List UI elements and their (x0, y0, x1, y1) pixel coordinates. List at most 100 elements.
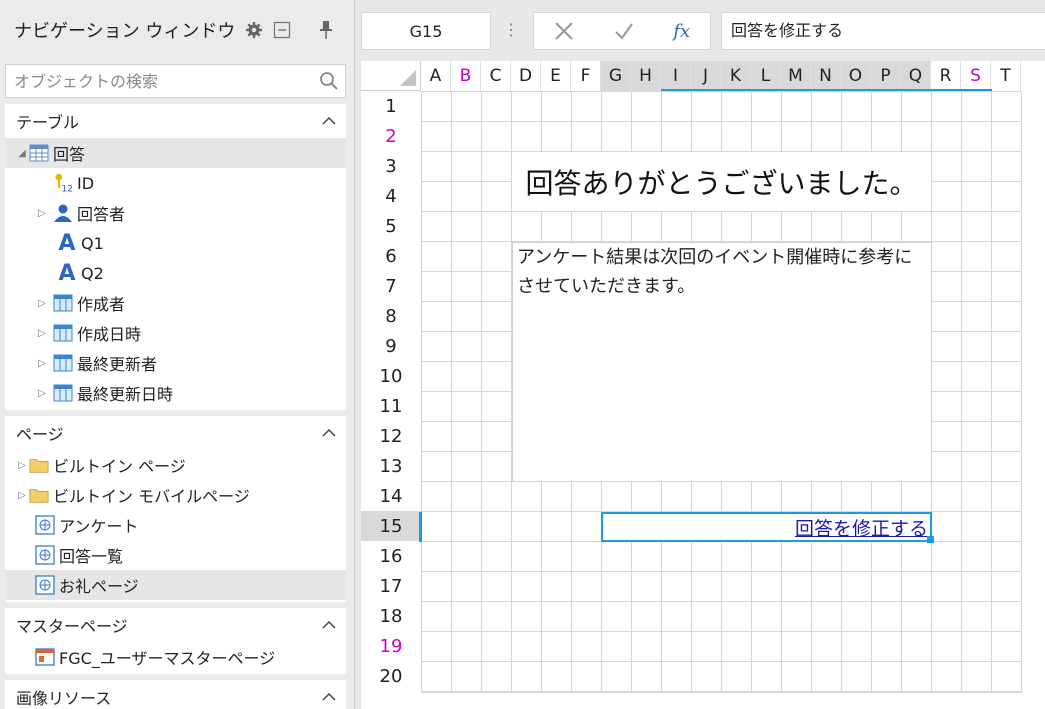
column-header[interactable]: S (961, 61, 991, 91)
tree-item-answers-table[interactable]: ◢ 回答 (5, 138, 346, 168)
tables-section-header[interactable]: テーブル (5, 104, 346, 138)
column-header[interactable]: L (751, 61, 781, 91)
column-header[interactable]: Q (901, 61, 931, 91)
confirm-icon[interactable] (614, 21, 634, 41)
column-header[interactable]: C (481, 61, 511, 91)
row-header[interactable]: 15 (361, 511, 421, 541)
expanded-triangle-icon[interactable]: ◢ (15, 148, 29, 159)
edit-answer-link[interactable]: 回答を修正する (795, 514, 928, 541)
tree-item-field-updated-at[interactable]: ▷ 最終更新日時 (5, 378, 346, 408)
pages-section-header[interactable]: ページ (5, 416, 346, 450)
column-header[interactable]: K (721, 61, 751, 91)
column-header[interactable]: E (541, 61, 571, 91)
images-section-header[interactable]: 画像リソース (5, 680, 346, 709)
nav-header-icons (245, 20, 335, 40)
column-header[interactable]: M (781, 61, 811, 91)
collapsed-triangle-icon[interactable]: ▷ (35, 358, 49, 369)
field-label: ID (77, 173, 95, 193)
row-header[interactable]: 18 (361, 601, 421, 631)
tree-item-page-thanks[interactable]: お礼ページ (5, 570, 346, 600)
row-header[interactable]: 19 (361, 631, 421, 661)
table-icon (53, 293, 73, 313)
tree-item-field-id[interactable]: 12 ID (5, 168, 346, 198)
nav-header: ナビゲーション ウィンドウ (0, 0, 354, 60)
chevron-up-icon[interactable] (322, 426, 336, 440)
pin-icon[interactable] (317, 20, 335, 40)
thanks-title-cell[interactable]: 回答ありがとうございました。 (512, 152, 931, 211)
tree-item-builtin-mobile-pages[interactable]: ▷ ビルトイン モバイルページ (5, 480, 346, 510)
row-header[interactable]: 7 (361, 271, 421, 301)
chevron-up-icon[interactable] (322, 618, 336, 632)
row-header[interactable]: 13 (361, 451, 421, 481)
column-header[interactable]: T (991, 61, 1021, 91)
edit-answer-link-cell[interactable]: 回答を修正する (601, 512, 932, 542)
collapsed-triangle-icon[interactable]: ▷ (15, 460, 29, 471)
folder-icon (29, 455, 49, 475)
tree-item-master-page[interactable]: FGC_ユーザーマスターページ (5, 642, 346, 672)
formula-input[interactable]: 回答を修正する (721, 12, 1045, 50)
message-cell[interactable]: アンケート結果は次回のイベント開催時に参考にさせていただきます。 (512, 242, 932, 482)
row-header[interactable]: 11 (361, 391, 421, 421)
column-header[interactable]: P (871, 61, 901, 91)
row-header[interactable]: 10 (361, 361, 421, 391)
column-header[interactable]: J (691, 61, 721, 91)
tree-item-field-creator[interactable]: ▷ 作成者 (5, 288, 346, 318)
fill-handle[interactable] (927, 536, 934, 543)
column-header[interactable]: B (451, 61, 481, 91)
row-header[interactable]: 4 (361, 181, 421, 211)
column-header[interactable]: G (601, 61, 631, 91)
collapsed-triangle-icon[interactable]: ▷ (15, 490, 29, 501)
table-icon (29, 143, 49, 163)
row-header[interactable]: 12 (361, 421, 421, 451)
pages-heading: ページ (16, 425, 64, 444)
cancel-icon[interactable] (554, 21, 574, 41)
page-item-label: アンケート (59, 517, 139, 536)
tree-item-field-q2[interactable]: A Q2 (5, 258, 346, 288)
master-section-header[interactable]: マスターページ (5, 608, 346, 642)
row-header[interactable]: 2 (361, 121, 421, 151)
collapsed-triangle-icon[interactable]: ▷ (35, 388, 49, 399)
row-header[interactable]: 16 (361, 541, 421, 571)
function-icon[interactable]: fx (673, 21, 690, 42)
spreadsheet-canvas[interactable]: ABCDEFGHIJKLMNOPQRST 1 2 3 4 5 6 7 8 9 10 11 12 13 14… (361, 61, 1045, 709)
field-label: 作成日時 (77, 325, 142, 344)
tree-item-field-q1[interactable]: A Q1 (5, 228, 346, 258)
row-header[interactable]: 5 (361, 211, 421, 241)
column-header[interactable]: R (931, 61, 961, 91)
collapsed-triangle-icon[interactable]: ▷ (35, 298, 49, 309)
tree-item-field-updated-by[interactable]: ▷ 最終更新者 (5, 348, 346, 378)
row-header[interactable]: 8 (361, 301, 421, 331)
chevron-up-icon[interactable] (322, 690, 336, 704)
chevron-up-icon[interactable] (322, 114, 336, 128)
tree-item-field-created-at[interactable]: ▷ 作成日時 (5, 318, 346, 348)
column-header[interactable]: I (661, 61, 691, 91)
row-header[interactable]: 17 (361, 571, 421, 601)
select-all-corner[interactable] (361, 61, 421, 91)
column-header[interactable]: N (811, 61, 841, 91)
collapsed-triangle-icon[interactable]: ▷ (35, 208, 49, 219)
search-input[interactable] (6, 70, 316, 92)
row-header[interactable]: 14 (361, 481, 421, 511)
column-header[interactable]: D (511, 61, 541, 91)
row-header[interactable]: 1 (361, 91, 421, 121)
tree-item-page-survey[interactable]: アンケート (5, 510, 346, 540)
tree-item-field-respondent[interactable]: ▷ 回答者 (5, 198, 346, 228)
cell-reference-box[interactable]: G15 (361, 12, 491, 50)
collapsed-triangle-icon[interactable]: ▷ (35, 328, 49, 339)
tree-item-page-answer-list[interactable]: 回答一覧 (5, 540, 346, 570)
gear-icon[interactable] (245, 21, 263, 39)
tree-item-builtin-pages[interactable]: ▷ ビルトイン ページ (5, 450, 346, 480)
field-label: 作成者 (77, 295, 126, 314)
row-header[interactable]: 6 (361, 241, 421, 271)
row-header[interactable]: 20 (361, 661, 421, 691)
field-label: Q2 (81, 263, 104, 283)
search-icon[interactable] (319, 71, 339, 91)
minimize-icon[interactable] (273, 21, 291, 39)
column-header[interactable]: O (841, 61, 871, 91)
column-header[interactable]: F (571, 61, 601, 91)
row-header[interactable]: 3 (361, 151, 421, 181)
more-options-icon[interactable]: ⋮ (503, 20, 519, 39)
column-header[interactable]: A (421, 61, 451, 91)
row-header[interactable]: 9 (361, 331, 421, 361)
column-header[interactable]: H (631, 61, 661, 91)
